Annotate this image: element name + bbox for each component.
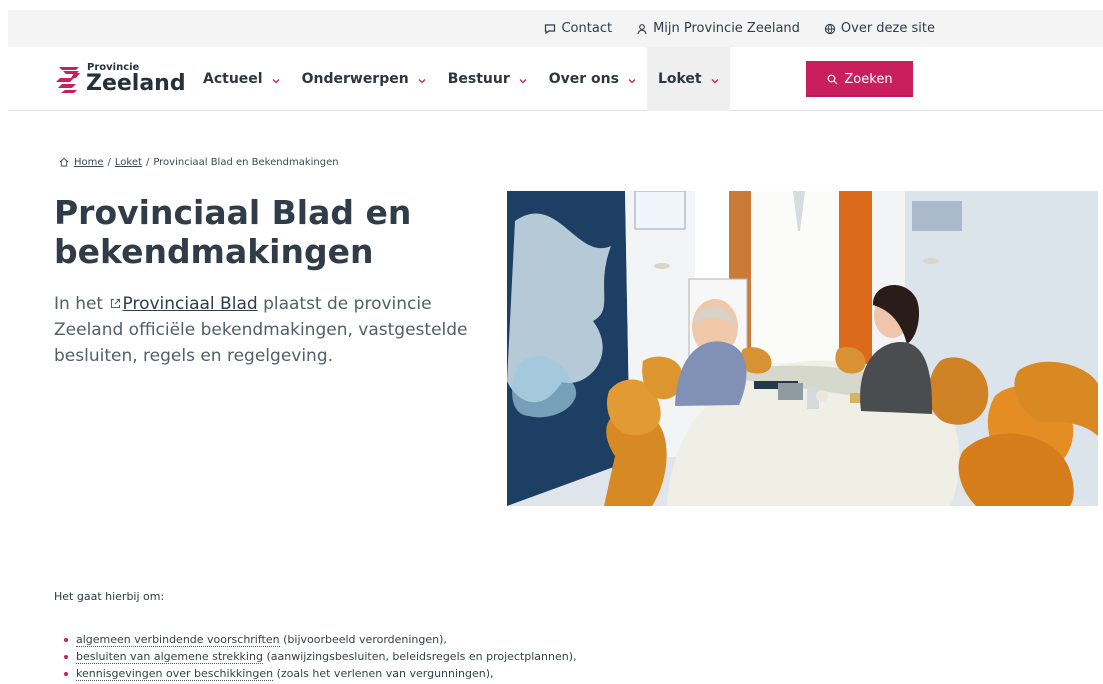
main-navigation: Provincie Zeeland Actueel Onderwerpen Be… [8,47,1103,111]
page-title: Provinciaal Blad en bekendmakingen [54,193,412,271]
term-detail: (zoals het verlenen van vergunningen), [276,667,494,680]
list-item: besluiten van algemene strekking (aanwij… [64,648,577,665]
breadcrumb-separator: / [145,156,150,168]
breadcrumb-separator: / [107,156,111,168]
term-besluiten-van-algemene-strekking[interactable]: besluiten van algemene strekking [76,650,263,664]
term-detail: (bijvoorbeeld verordeningen), [283,633,447,646]
about-site-link[interactable]: Over deze site [824,21,935,36]
provincie-zeeland-logo[interactable]: Provincie Zeeland [55,61,186,96]
meeting-photo [507,191,1098,506]
nav-item-label: Over ons [548,71,619,87]
chat-bubble-icon [544,23,556,35]
nav-item-bestuur[interactable]: Bestuur [437,47,538,111]
chevron-down-icon [519,73,527,84]
top-links: Contact Mijn Provincie Zeeland Over deze… [544,10,935,47]
list-introduction: Het gaat hierbij om: [54,590,165,603]
breadcrumb: Home / Loket / Provinciaal Blad en Beken… [58,156,339,168]
search-button-label: Zoeken [844,71,893,87]
term-detail: (aanwijzingsbesluiten, beleidsregels en … [266,650,577,663]
nav-item-actueel[interactable]: Actueel [192,47,291,111]
chevron-down-icon [711,73,719,84]
top-utility-bar: Contact Mijn Provincie Zeeland Over deze… [8,10,1103,47]
list-item: algemeen verbindende voorschriften (bijv… [64,631,577,648]
search-button[interactable]: Zoeken [806,61,913,97]
nav-item-label: Actueel [203,71,263,87]
breadcrumb-loket-link[interactable]: Loket [115,157,142,168]
logo-zeeland-text: Zeeland [86,71,186,96]
list-item: kennisgevingen over beschikkingen (zoals… [64,665,577,682]
search-icon [826,73,838,85]
chevron-down-icon [272,73,280,84]
my-province-link[interactable]: Mijn Provincie Zeeland [636,21,800,36]
breadcrumb-current: Provinciaal Blad en Bekendmakingen [153,156,339,168]
intro-start: In het [54,294,104,314]
announcement-types-list: algemeen verbindende voorschriften (bijv… [64,631,577,682]
term-algemeen-verbindende-voorschriften[interactable]: algemeen verbindende voorschriften [76,633,280,647]
zeeland-lion-icon [55,61,85,95]
breadcrumb-home-link[interactable]: Home [74,157,104,168]
contact-label: Contact [561,21,613,36]
home-icon [58,156,70,168]
term-kennisgevingen-over-beschikkingen[interactable]: kennisgevingen over beschikkingen [76,667,274,681]
nav-item-over-ons[interactable]: Over ons [538,47,647,111]
my-province-label: Mijn Provincie Zeeland [653,21,800,36]
nav-item-label: Onderwerpen [301,71,409,87]
nav-item-loket[interactable]: Loket [646,47,730,111]
intro-paragraph: In het Provinciaal Blad plaatst de provi… [54,291,474,369]
globe-icon [824,23,836,35]
chevron-down-icon [628,73,636,84]
nav-item-label: Bestuur [447,71,510,87]
user-icon [636,23,648,35]
provinciaal-blad-link[interactable]: Provinciaal Blad [123,294,258,314]
nav-item-onderwerpen[interactable]: Onderwerpen [291,47,437,111]
nav-item-label: Loket [657,71,702,87]
chevron-down-icon [418,73,426,84]
contact-link[interactable]: Contact [544,21,612,36]
primary-menu: Actueel Onderwerpen Bestuur Over ons Lok… [192,47,730,111]
external-link-icon [109,297,123,311]
about-site-label: Over deze site [840,21,935,36]
